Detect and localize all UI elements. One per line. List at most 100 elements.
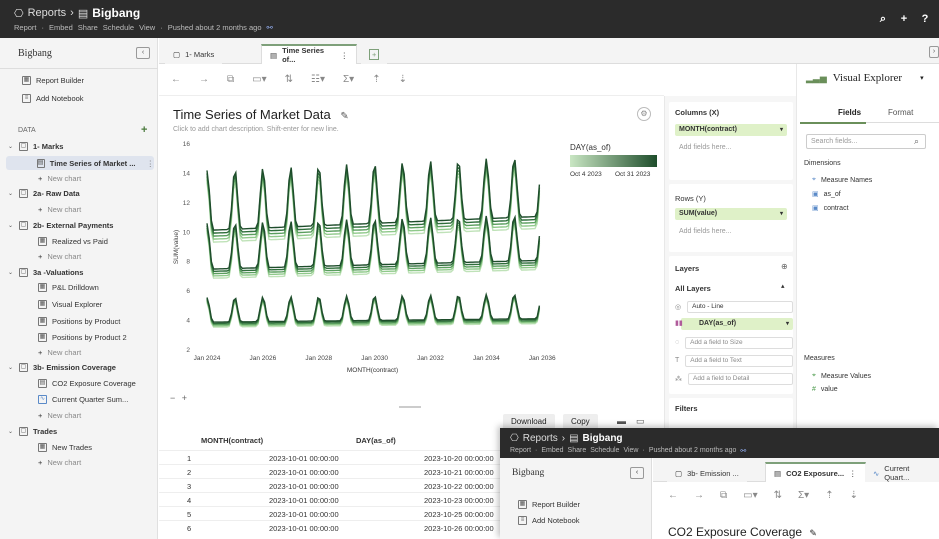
breadcrumb-reports[interactable]: Reports xyxy=(28,7,67,19)
sidebar-item-new-trades[interactable]: ▦ New Trades xyxy=(38,443,92,452)
mark-type-select[interactable]: ◎ Auto - Line xyxy=(675,300,793,313)
minimize-icon[interactable]: ▬ xyxy=(617,416,626,426)
menu-view[interactable]: View xyxy=(139,23,155,32)
search-icon[interactable]: ⌕ xyxy=(875,11,891,27)
maximize-icon[interactable]: ▭ xyxy=(636,416,645,427)
menu-view[interactable]: View xyxy=(623,447,638,455)
sidebar-new-chart[interactable]: + New chart xyxy=(38,174,81,183)
more-icon[interactable]: ⋮ xyxy=(341,51,349,60)
duplicate-icon[interactable]: ⧉ xyxy=(720,490,727,501)
sidebar-item-visual-explorer[interactable]: ▦ Visual Explorer xyxy=(38,300,102,309)
field-contract[interactable]: ▣ contract xyxy=(812,204,849,213)
tab-co2-exposure[interactable]: ▤ CO2 Exposure... ⋮ xyxy=(765,462,866,482)
overlay-chart-title[interactable]: CO2 Exposure Coverage ✎ xyxy=(668,525,817,539)
add-data-icon[interactable]: + xyxy=(141,124,147,136)
sidebar-report-builder[interactable]: ▦ Report Builder xyxy=(518,500,580,509)
sidebar-item-3b-emission-coverage[interactable]: ⌄ ▢ 3b- Emission Coverage xyxy=(8,363,116,372)
sidebar-item-trades[interactable]: ⌄ ▢ Trades xyxy=(8,427,57,436)
sort-descending-icon[interactable]: ⇣ xyxy=(399,74,407,85)
git-icon[interactable]: ⚯ xyxy=(267,23,273,32)
sidebar-new-chart[interactable]: + New chart xyxy=(38,205,81,214)
chevron-up-icon[interactable]: ▴ xyxy=(781,282,785,290)
chevron-down-icon[interactable]: ▾ xyxy=(780,124,783,136)
size-encoding[interactable]: ◌ Add a field to Size xyxy=(675,336,793,349)
download-button[interactable]: Download xyxy=(503,414,555,429)
redo-icon[interactable]: → xyxy=(199,74,209,85)
sort-ascending-icon[interactable]: ⇡ xyxy=(372,74,380,85)
sidebar-new-chart[interactable]: + New chart xyxy=(38,458,81,467)
duplicate-icon[interactable]: ⧉ xyxy=(227,74,234,85)
zoom-in-icon[interactable]: + xyxy=(182,393,187,403)
tab-1-marks[interactable]: ▢ 1- Marks xyxy=(165,44,223,64)
sidebar-item-2b-external-payments[interactable]: ⌄ ▢ 2b- External Payments xyxy=(8,221,113,230)
field-as-of[interactable]: ▣ as_of xyxy=(812,190,841,199)
sidebar-item-positions-by-product-2[interactable]: ▦ Positions by Product 2 xyxy=(38,333,127,342)
field-measure-names[interactable]: ⌖ Measure Names xyxy=(812,176,872,184)
chevron-down-icon[interactable]: ▾ xyxy=(780,208,783,220)
collapse-sidebar-icon[interactable]: ‹ xyxy=(630,467,644,479)
menu-report[interactable]: Report xyxy=(14,23,37,32)
add-icon[interactable]: + xyxy=(896,11,912,27)
pivot-icon[interactable]: ⇅ xyxy=(774,490,782,501)
workbook-title[interactable]: Bigbang xyxy=(583,433,623,444)
chevron-down-icon[interactable]: ▾ xyxy=(920,74,924,82)
columns-pill[interactable]: MONTH(contract) ▾ xyxy=(675,124,787,136)
sidebar-item-3a-valuations[interactable]: ⌄ ▢ 3a -Valuations xyxy=(8,268,83,277)
sidebar-item-1-marks[interactable]: ⌄ ▢ 1- Marks xyxy=(8,142,63,151)
sort-ascending-icon[interactable]: ⇡ xyxy=(825,490,833,501)
tab-3b-emission[interactable]: ▢ 3b- Emission ... xyxy=(667,464,747,482)
column-header-day[interactable]: DAY(as_of) xyxy=(356,436,396,445)
field-value[interactable]: # value xyxy=(812,386,838,393)
menu-report[interactable]: Report xyxy=(510,447,531,455)
menu-schedule[interactable]: Schedule xyxy=(590,447,619,455)
search-icon[interactable]: ⌕ xyxy=(914,136,919,147)
chevron-down-icon[interactable]: ▾ xyxy=(786,318,789,330)
sidebar-item-positions-by-product[interactable]: ▦ Positions by Product xyxy=(38,317,120,326)
more-icon[interactable]: ⋮ xyxy=(849,469,857,478)
line-chart[interactable]: 2 4 6 8 10 12 14 16 SUM(value) Jan 2024 Jan 2026 Ja… xyxy=(170,138,570,378)
menu-share[interactable]: Share xyxy=(568,447,587,455)
fields-search-input[interactable]: Search fields... xyxy=(806,134,926,149)
color-pill[interactable]: DAY(as_of) ▾ xyxy=(681,318,793,330)
undo-icon[interactable]: ← xyxy=(668,490,678,501)
git-icon[interactable]: ⚯ xyxy=(740,447,746,455)
column-header-month[interactable]: MONTH(contract) xyxy=(201,436,263,445)
tab-time-series[interactable]: ▤ Time Series of... ⋮ xyxy=(261,44,357,64)
chart-type-icon[interactable]: ▭▾ xyxy=(252,74,266,85)
sidebar-item-current-quarter[interactable]: ∿ Current Quarter Sum... xyxy=(38,395,128,404)
sidebar-new-chart[interactable]: + New chart xyxy=(38,411,81,420)
group-icon[interactable]: ☷▾ xyxy=(311,74,325,85)
menu-share[interactable]: Share xyxy=(78,23,98,32)
field-measure-values[interactable]: ⌖ Measure Values xyxy=(812,372,871,380)
chart-title[interactable]: Time Series of Market Data ✎ xyxy=(173,107,349,122)
sidebar-item-time-series[interactable]: ▤ Time Series of Market ... ⋮ xyxy=(6,156,154,170)
sidebar-new-chart[interactable]: + New chart xyxy=(38,348,81,357)
sum-icon[interactable]: Σ▾ xyxy=(343,74,354,85)
menu-schedule[interactable]: Schedule xyxy=(103,23,134,32)
sidebar-item-co2-exposure-coverage[interactable]: ▤ CO2 Exposure Coverage xyxy=(38,379,136,388)
help-icon[interactable]: ? xyxy=(917,11,933,27)
undo-icon[interactable]: ← xyxy=(171,74,181,85)
add-layer-icon[interactable]: ⊕ xyxy=(781,262,788,271)
new-tab-button[interactable]: + xyxy=(361,44,388,64)
sidebar-add-notebook[interactable]: ≡ Add Notebook xyxy=(518,516,580,525)
collapse-panel-icon[interactable]: › xyxy=(929,46,939,58)
chart-type-icon[interactable]: ▭▾ xyxy=(743,490,757,501)
sidebar-new-chart[interactable]: + New chart xyxy=(38,252,81,261)
menu-embed[interactable]: Embed xyxy=(541,447,563,455)
detail-encoding[interactable]: ⁂ Add a field to Detail xyxy=(675,372,793,385)
more-icon[interactable]: ⋮ xyxy=(147,159,155,168)
rows-pill[interactable]: SUM(value) ▾ xyxy=(675,208,787,220)
sidebar-item-pl-drilldown[interactable]: ▦ P&L Drilldown xyxy=(38,283,99,292)
sidebar-report-builder[interactable]: ▦ Report Builder xyxy=(22,76,84,85)
workbook-title[interactable]: Bigbang xyxy=(92,6,140,20)
zoom-out-icon[interactable]: − xyxy=(170,393,175,403)
sidebar-item-realized-vs-paid[interactable]: ▦ Realized vs Paid xyxy=(38,237,108,246)
rows-add-fields[interactable]: Add fields here... xyxy=(679,228,732,235)
edit-icon[interactable]: ✎ xyxy=(340,111,348,122)
tab-format[interactable]: Format xyxy=(888,108,913,117)
sidebar-item-2a-raw-data[interactable]: ⌄ ▢ 2a- Raw Data xyxy=(8,189,80,198)
gear-icon[interactable]: ⚙ xyxy=(637,107,651,121)
tab-current-quarter[interactable]: ∿ Current Quart... xyxy=(865,464,939,482)
columns-add-fields[interactable]: Add fields here... xyxy=(679,144,732,151)
